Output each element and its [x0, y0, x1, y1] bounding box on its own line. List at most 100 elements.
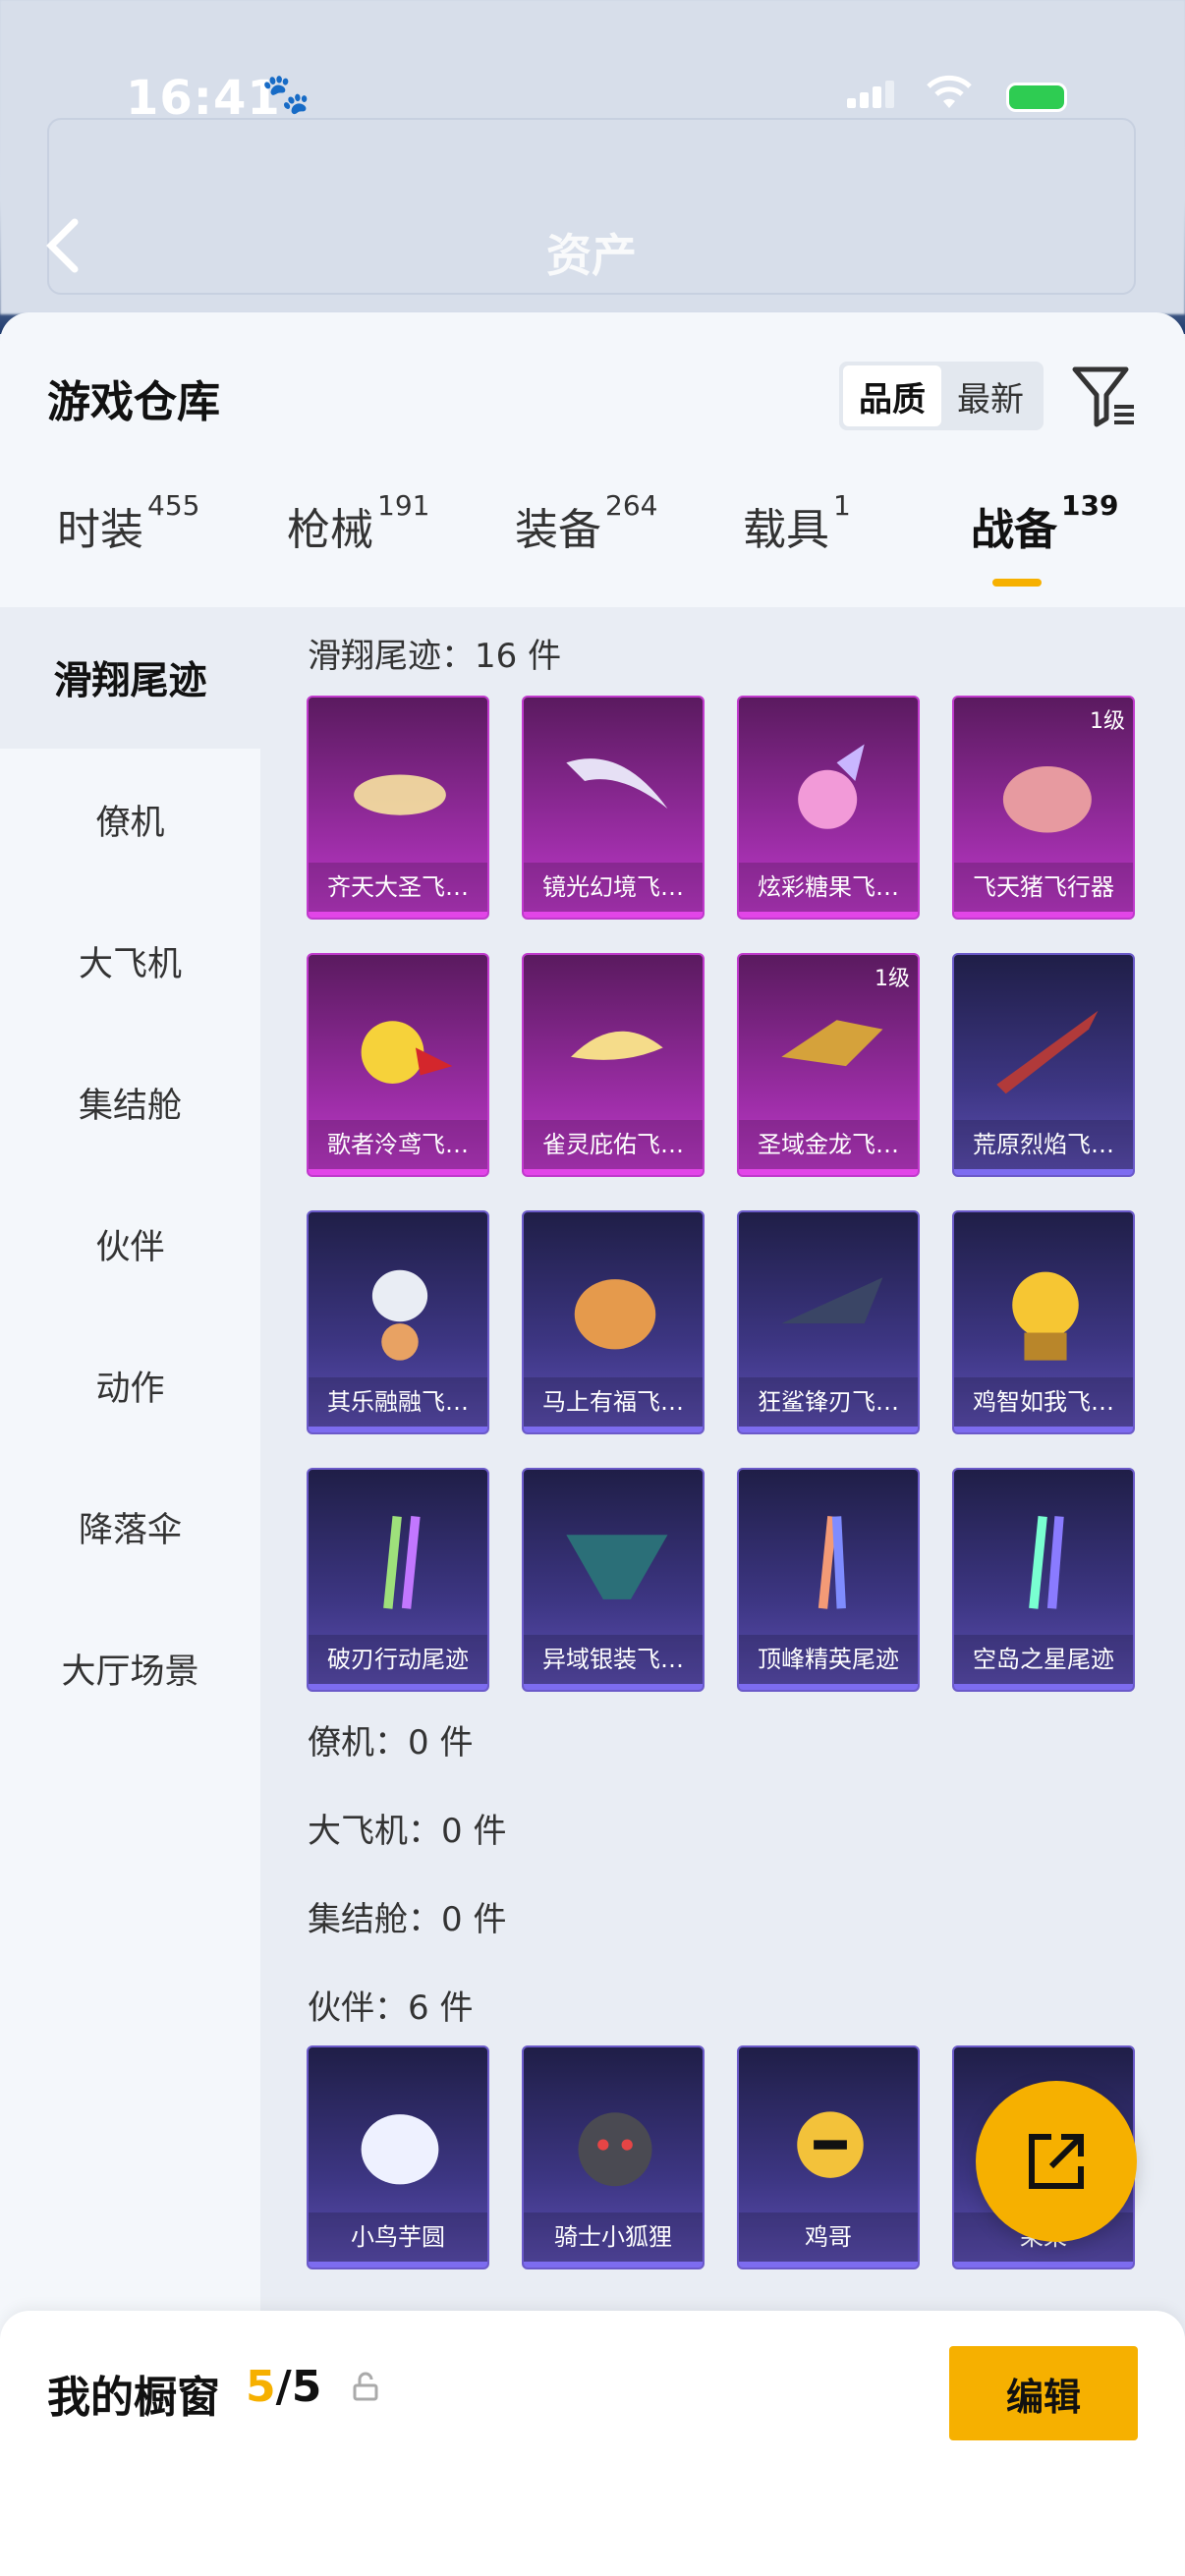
item-name: 小鸟芋圆 [309, 2212, 487, 2262]
rarity-stripe [739, 1427, 918, 1432]
item-name: 鸡哥 [739, 2212, 918, 2262]
trail-item-card[interactable]: 荒原烈焰飞… [952, 953, 1135, 1177]
filter-icon[interactable] [1071, 362, 1138, 430]
rarity-stripe [954, 1427, 1133, 1432]
sort-quality-button[interactable]: 品质 [843, 365, 941, 426]
item-level-badge: 1级 [1090, 709, 1125, 734]
item-name: 镜光幻境飞… [524, 863, 703, 912]
tab-count: 191 [377, 489, 430, 523]
sort-newest-button[interactable]: 最新 [941, 365, 1040, 426]
back-arrow-icon[interactable] [43, 216, 83, 290]
tab-guns[interactable]: 枪械 191 [287, 489, 429, 557]
trail-item-card[interactable]: 顶峰精英尾迹 [737, 1468, 920, 1692]
item-name: 鸡智如我飞… [954, 1377, 1133, 1427]
item-image [309, 707, 487, 855]
trail-item-card[interactable]: 马上有福飞… [522, 1210, 705, 1434]
sidebar-item-bigplane[interactable]: 大飞机 [0, 890, 260, 1032]
background-header: 16:41 🐾 资产 [0, 0, 1185, 334]
tab-fashion[interactable]: 时装 455 [57, 489, 199, 557]
partner-item-card[interactable]: 小鸟芋圆 [307, 2045, 489, 2269]
item-image [309, 965, 487, 1112]
item-name: 雀灵庇佑飞… [524, 1120, 703, 1169]
rarity-stripe [524, 1169, 703, 1175]
tab-label: 时装 [57, 505, 143, 555]
item-name: 顶峰精英尾迹 [739, 1635, 918, 1684]
page-title: 资产 [546, 229, 637, 282]
section-header-partner: 伙伴：6 件 [308, 1988, 474, 2028]
item-name: 空岛之星尾迹 [954, 1635, 1133, 1684]
rarity-stripe [954, 1169, 1133, 1175]
tab-label: 载具 [743, 505, 829, 555]
sidebar-item-wingman[interactable]: 僚机 [0, 749, 260, 890]
battery-icon [1006, 83, 1067, 112]
item-image [739, 1480, 918, 1627]
sidebar-item-emote[interactable]: 动作 [0, 1315, 260, 1456]
tab-count: 264 [605, 489, 658, 523]
tab-label: 装备 [515, 505, 601, 555]
item-level-badge: 1级 [875, 967, 910, 991]
section-header-trails: 滑翔尾迹：16 件 [308, 637, 562, 676]
unlock-icon[interactable] [352, 2372, 379, 2401]
rarity-stripe [954, 1684, 1133, 1690]
trail-item-card[interactable]: 雀灵庇佑飞… [522, 953, 705, 1177]
item-image [309, 1222, 487, 1370]
item-image [524, 2057, 703, 2205]
tab-equipment[interactable]: 装备 264 [515, 489, 657, 557]
sidebar-item-capsule[interactable]: 集结舱 [0, 1032, 260, 1173]
tab-active-indicator [992, 579, 1042, 587]
item-name: 飞天猪飞行器 [954, 863, 1133, 912]
tab-label: 战备 [971, 505, 1057, 555]
item-image [524, 1222, 703, 1370]
item-name: 破刃行动尾迹 [309, 1635, 487, 1684]
edit-button[interactable]: 编辑 [949, 2346, 1138, 2440]
item-name: 齐天大圣飞… [309, 863, 487, 912]
rarity-stripe [739, 2262, 918, 2268]
rarity-stripe [309, 1684, 487, 1690]
sidebar-item-parachute[interactable]: 降落伞 [0, 1456, 260, 1597]
share-fab[interactable] [976, 2081, 1137, 2242]
rarity-stripe [309, 1169, 487, 1175]
item-name: 荒原烈焰飞… [954, 1120, 1133, 1169]
tab-vehicles[interactable]: 载具 1 [743, 489, 851, 557]
section-header-capsule: 集结舱：0 件 [308, 1900, 507, 1939]
sidebar-item-partner[interactable]: 伙伴 [0, 1173, 260, 1315]
trail-item-card[interactable]: 其乐融融飞… [307, 1210, 489, 1434]
trail-item-card[interactable]: 炫彩糖果飞… [737, 696, 920, 920]
item-image [524, 707, 703, 855]
item-name: 炫彩糖果飞… [739, 863, 918, 912]
sort-toggle: 品质 最新 [839, 362, 1044, 430]
paw-icon: 🐾 [261, 72, 310, 117]
item-image [739, 1222, 918, 1370]
item-name: 马上有福飞… [524, 1377, 703, 1427]
tab-count: 139 [1061, 489, 1119, 523]
status-bar: 16:41 🐾 [0, 59, 1185, 138]
trail-item-card[interactable]: 狂鲨锋刃飞… [737, 1210, 920, 1434]
trail-item-card[interactable]: 齐天大圣飞… [307, 696, 489, 920]
trail-item-card[interactable]: 1级飞天猪飞行器 [952, 696, 1135, 920]
sheet-title: 游戏仓库 [47, 377, 220, 427]
item-name: 骑士小狐狸 [524, 2212, 703, 2262]
showcase-count-current: 5 [246, 2362, 276, 2412]
partner-item-card[interactable]: 骑士小狐狸 [522, 2045, 705, 2269]
trail-item-card[interactable]: 1级 圣域金龙飞… [737, 953, 920, 1177]
item-name: 异域银装飞… [524, 1635, 703, 1684]
section-header-bigplane: 大飞机：0 件 [308, 1812, 507, 1851]
rarity-stripe [524, 2262, 703, 2268]
trail-item-card[interactable]: 空岛之星尾迹 [952, 1468, 1135, 1692]
showcase-count-separator: / [275, 2362, 292, 2412]
sidebar-item-trails[interactable]: 滑翔尾迹 [0, 607, 260, 749]
showcase-bar: 我的橱窗 5/5 编辑 [0, 2311, 1185, 2576]
sidebar-item-lobby-scene[interactable]: 大厅场景 [0, 1597, 260, 1739]
trail-item-card[interactable]: 异域银装飞… [522, 1468, 705, 1692]
item-image [739, 707, 918, 855]
trail-item-card[interactable]: 破刃行动尾迹 [307, 1468, 489, 1692]
item-image [954, 1222, 1133, 1370]
trail-item-card[interactable]: 歌者泠鸢飞… [307, 953, 489, 1177]
trail-item-card[interactable]: 镜光幻境飞… [522, 696, 705, 920]
trail-item-card[interactable]: 鸡智如我飞… [952, 1210, 1135, 1434]
partner-item-card[interactable]: 鸡哥 [737, 2045, 920, 2269]
showcase-count-total: 5 [291, 2362, 322, 2412]
tab-battle-prep[interactable]: 战备 139 [971, 489, 1118, 587]
item-image [954, 1480, 1133, 1627]
subcategory-sidebar: 滑翔尾迹 僚机 大飞机 集结舱 伙伴 动作 降落伞 大厅场景 [0, 607, 260, 2336]
